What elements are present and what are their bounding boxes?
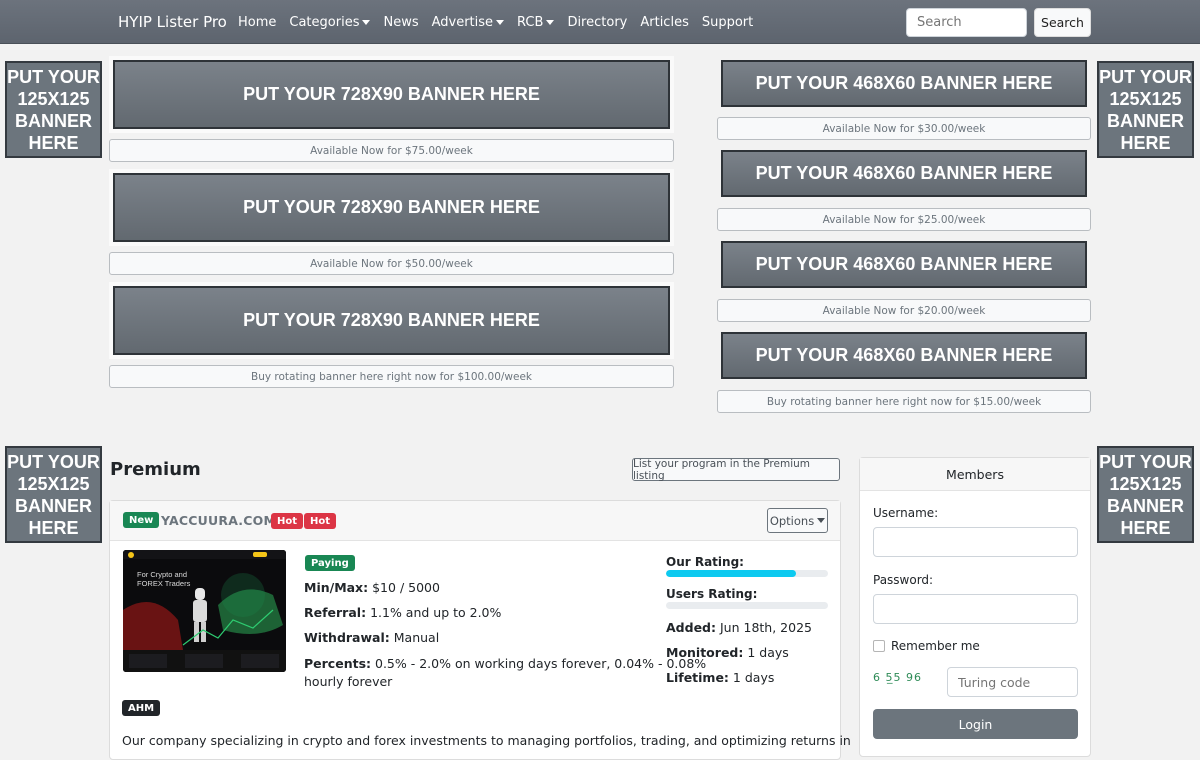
- minmax-line: Min/Max: $10 / 5000: [304, 580, 440, 595]
- monitor-tag-badge: AHM: [122, 700, 161, 716]
- banner-468-rotating[interactable]: Buy rotating banner here right now for $…: [717, 390, 1091, 413]
- members-panel-title: Members: [860, 458, 1090, 491]
- program-name-link[interactable]: YACCUURA.COM: [161, 513, 276, 528]
- nav-advertise-dropdown[interactable]: Advertise: [432, 15, 505, 30]
- turing-code-input[interactable]: [947, 667, 1078, 697]
- nav-support[interactable]: Support: [702, 15, 753, 30]
- ad-125-bottom-right[interactable]: PUT YOUR 125X125 BANNER HERE: [1097, 446, 1194, 543]
- brand-logo[interactable]: HYIP Lister Pro: [118, 13, 227, 31]
- robot-bull-screenshot-icon: [123, 550, 286, 672]
- program-card-header: New YACCUURA.COM Hot Hot Options: [110, 501, 840, 541]
- program-card: New YACCUURA.COM Hot Hot Options For Cry…: [109, 500, 851, 760]
- banner-728-2-availability[interactable]: Available Now for $50.00/week: [109, 252, 674, 275]
- banner-468-2-availability[interactable]: Available Now for $25.00/week: [717, 208, 1091, 231]
- options-dropdown-button[interactable]: Options: [767, 508, 828, 533]
- password-field[interactable]: [873, 594, 1078, 624]
- our-rating-bar-fill: [666, 570, 796, 577]
- banner-728-1-availability[interactable]: Available Now for $75.00/week: [109, 139, 674, 162]
- our-rating-label: Our Rating:: [666, 555, 744, 569]
- ad-125-top-left[interactable]: PUT YOUR 125X125 BANNER HERE: [5, 61, 102, 158]
- users-rating-label: Users Rating:: [666, 587, 758, 601]
- thumbnail-headline: For Crypto and FOREX Traders: [137, 570, 191, 588]
- top-navbar: HYIP Lister Pro Home Categories News Adv…: [0, 0, 1200, 44]
- status-badge-paying: Paying: [305, 555, 355, 571]
- remember-me-checkbox[interactable]: [873, 640, 885, 652]
- banner-468-3-availability[interactable]: Available Now for $20.00/week: [717, 299, 1091, 322]
- users-rating-bar: [666, 602, 828, 609]
- section-title-premium: Premium: [110, 459, 201, 480]
- banner-468-1-availability[interactable]: Available Now for $30.00/week: [717, 117, 1091, 140]
- caret-down-icon: [496, 20, 505, 25]
- percents-line: Percents: 0.5% - 2.0% on working days fo…: [304, 656, 707, 689]
- nav-articles[interactable]: Articles: [640, 15, 688, 30]
- banner-468-2[interactable]: PUT YOUR 468X60 BANNER HERE: [721, 150, 1087, 197]
- nav-home[interactable]: Home: [238, 15, 276, 30]
- remember-me-label: Remember me: [891, 639, 980, 653]
- search-input[interactable]: [906, 8, 1027, 37]
- nav-news[interactable]: News: [383, 15, 418, 30]
- list-program-button[interactable]: List your program in the Premium listing: [632, 458, 840, 482]
- login-button[interactable]: Login: [873, 709, 1078, 739]
- hot-badge: Hot: [304, 513, 337, 529]
- banner-468-3[interactable]: PUT YOUR 468X60 BANNER HERE: [721, 241, 1087, 288]
- nav-menu: Home Categories News Advertise RCB Direc…: [238, 15, 766, 30]
- username-label: Username:: [873, 506, 939, 520]
- our-rating-bar: [666, 570, 828, 577]
- monitored-line: Monitored: 1 days: [666, 645, 789, 660]
- banner-728-3[interactable]: PUT YOUR 728X90 BANNER HERE: [113, 286, 670, 355]
- nav-categories-dropdown[interactable]: Categories: [289, 15, 371, 30]
- search-button[interactable]: Search: [1034, 8, 1091, 37]
- program-screenshot-thumbnail[interactable]: For Crypto and FOREX Traders: [123, 550, 286, 672]
- program-description: Our company specializing in crypto and f…: [122, 733, 851, 748]
- captcha-image: 6 5̲5 96: [873, 671, 922, 684]
- banner-728-2[interactable]: PUT YOUR 728X90 BANNER HERE: [113, 173, 670, 242]
- ad-125-top-right[interactable]: PUT YOUR 125X125 BANNER HERE: [1097, 61, 1194, 158]
- banner-468-1[interactable]: PUT YOUR 468X60 BANNER HERE: [721, 60, 1087, 107]
- nav-directory[interactable]: Directory: [567, 15, 627, 30]
- ad-125-bottom-left[interactable]: PUT YOUR 125X125 BANNER HERE: [5, 446, 102, 543]
- lifetime-line: Lifetime: 1 days: [666, 670, 775, 685]
- withdrawal-line: Withdrawal: Manual: [304, 630, 440, 645]
- caret-down-icon: [817, 518, 826, 523]
- password-label: Password:: [873, 573, 934, 587]
- banner-728-rotating[interactable]: Buy rotating banner here right now for $…: [109, 365, 674, 388]
- added-line: Added: Jun 18th, 2025: [666, 620, 812, 635]
- new-badge: New: [123, 512, 160, 528]
- username-field[interactable]: [873, 527, 1078, 557]
- nav-rcb-dropdown[interactable]: RCB: [517, 15, 555, 30]
- caret-down-icon: [362, 20, 371, 25]
- referral-line: Referral: 1.1% and up to 2.0%: [304, 605, 502, 620]
- banner-728-1[interactable]: PUT YOUR 728X90 BANNER HERE: [113, 60, 670, 129]
- caret-down-icon: [546, 20, 555, 25]
- members-login-panel: Members Username: Password: Remember me …: [859, 457, 1091, 757]
- hot-badge: Hot: [271, 513, 304, 529]
- banner-468-4[interactable]: PUT YOUR 468X60 BANNER HERE: [721, 332, 1087, 379]
